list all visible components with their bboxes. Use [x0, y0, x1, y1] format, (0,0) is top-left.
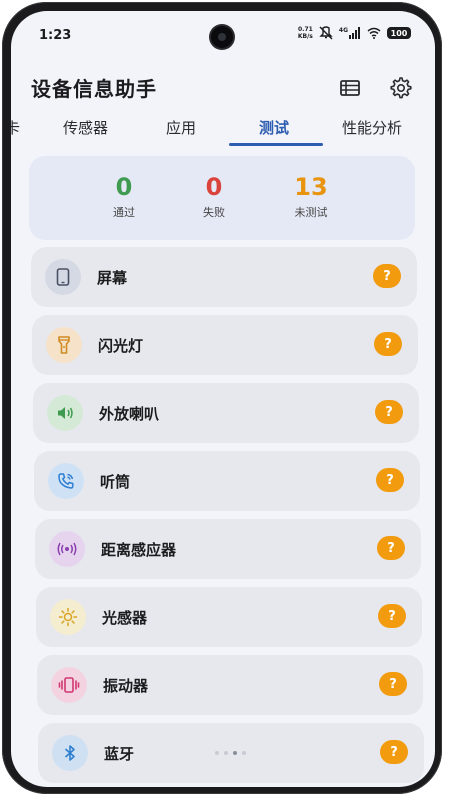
- sun-icon: [50, 599, 86, 635]
- test-item-flashlight[interactable]: 闪光灯 ?: [32, 315, 418, 375]
- test-item-label: 屏幕: [97, 269, 128, 287]
- network-speed-unit: KB/s: [297, 33, 313, 40]
- page-dot-active: [233, 751, 237, 755]
- page-dot: [224, 751, 228, 755]
- status-time: 1:23: [39, 28, 72, 43]
- bluetooth-icon: [52, 735, 88, 771]
- page-dot: [215, 751, 219, 755]
- proximity-icon: [49, 531, 85, 567]
- status-bar: 1:23 0.71 KB/s 4G 100: [11, 11, 435, 59]
- failed-label: 失败: [203, 206, 225, 219]
- flashlight-icon: [46, 327, 82, 363]
- test-item-speaker[interactable]: 外放喇叭 ?: [33, 383, 419, 443]
- gear-icon[interactable]: [388, 75, 414, 101]
- test-status-badge: ?: [378, 604, 406, 628]
- test-item-label: 距离感应器: [101, 541, 177, 559]
- vibrate-icon: [51, 667, 87, 703]
- untested-count: 13: [294, 173, 328, 201]
- signal-label: 4G: [338, 27, 348, 34]
- test-item-screen[interactable]: 屏幕 ?: [31, 247, 417, 307]
- list-icon[interactable]: [337, 75, 363, 101]
- page-title: 设备信息助手: [31, 77, 157, 101]
- test-status-badge: ?: [374, 332, 402, 356]
- failed-count: 0: [205, 173, 223, 201]
- untested-stat: 13 未测试: [271, 172, 351, 220]
- wifi-icon: [367, 27, 381, 39]
- test-item-label: 振动器: [103, 677, 149, 695]
- screenshot-frame: 1:23 0.71 KB/s 4G 100 设备信息助手 卡 传感器 应用 测试…: [0, 0, 450, 800]
- test-status-badge: ?: [375, 400, 403, 424]
- test-status-badge: ?: [380, 740, 408, 764]
- test-item-label: 听筒: [100, 473, 131, 491]
- test-status-badge: ?: [379, 672, 407, 696]
- test-item-earpiece[interactable]: 听筒 ?: [34, 451, 420, 511]
- tab-bar: 卡 传感器 应用 测试 性能分析: [11, 113, 435, 149]
- test-status-badge: ?: [377, 536, 405, 560]
- network-speed: 0.71 KB/s: [298, 26, 313, 40]
- mute-icon: [319, 26, 333, 40]
- test-item-label: 外放喇叭: [99, 405, 160, 423]
- test-item-proximity[interactable]: 距离感应器 ?: [35, 519, 421, 579]
- test-item-vibrator[interactable]: 振动器 ?: [37, 655, 423, 715]
- passed-count: 0: [115, 173, 133, 201]
- phone-device: 1:23 0.71 KB/s 4G 100 设备信息助手 卡 传感器 应用 测试…: [2, 2, 442, 794]
- page-indicator: [215, 751, 246, 755]
- phone-screen: 1:23 0.71 KB/s 4G 100 设备信息助手 卡 传感器 应用 测试…: [11, 11, 435, 787]
- page-dot: [242, 751, 246, 755]
- test-item-label: 蓝牙: [104, 745, 135, 763]
- tab-test[interactable]: 测试: [259, 117, 289, 138]
- test-item-light-sensor[interactable]: 光感器 ?: [36, 587, 422, 647]
- tab-sensors[interactable]: 传感器: [63, 117, 108, 138]
- test-summary-card: 0 通过 0 失败 13 未测试: [29, 156, 415, 240]
- active-tab-indicator: [229, 143, 323, 146]
- test-item-label: 闪光灯: [98, 337, 144, 355]
- test-item-label: 光感器: [102, 609, 148, 627]
- tab-apps[interactable]: 应用: [166, 117, 196, 138]
- signal-icon: 4G: [339, 27, 361, 39]
- tab-performance[interactable]: 性能分析: [342, 117, 402, 138]
- passed-stat: 0 通过: [84, 172, 164, 220]
- speaker-icon: [47, 395, 83, 431]
- phone-call-icon: [48, 463, 84, 499]
- test-status-badge: ?: [373, 264, 401, 288]
- front-camera: [211, 26, 233, 48]
- failed-stat: 0 失败: [174, 172, 254, 220]
- passed-label: 通过: [113, 206, 135, 219]
- test-status-badge: ?: [376, 468, 404, 492]
- tab-card[interactable]: 卡: [11, 117, 20, 138]
- phone-screen-icon: [45, 259, 81, 295]
- network-speed-value: 0.71: [297, 26, 313, 33]
- untested-label: 未测试: [294, 206, 328, 219]
- battery-indicator: 100: [387, 27, 411, 39]
- status-icons: 0.71 KB/s 4G 100: [298, 26, 411, 40]
